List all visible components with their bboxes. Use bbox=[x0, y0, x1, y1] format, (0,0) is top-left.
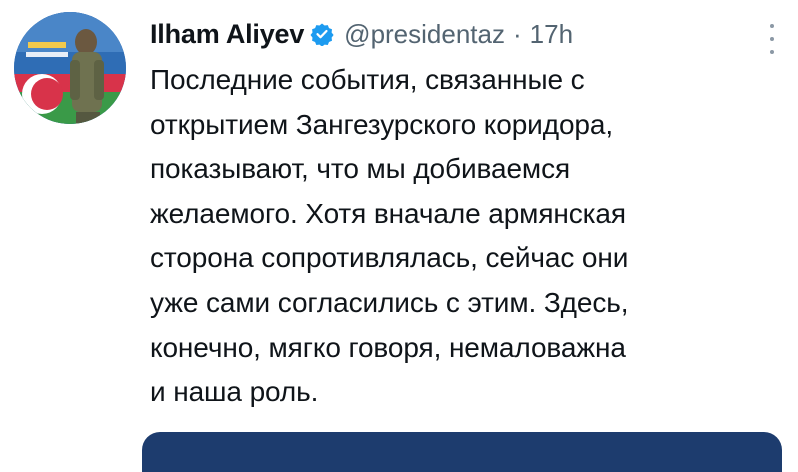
tweet-text-line: желаемого. Хотя вначале армянская bbox=[150, 197, 626, 229]
tweet-header: Ilham Aliyev @presidentaz · 17h bbox=[150, 14, 573, 54]
tweet-text: Последние события, связанные с открытием… bbox=[150, 58, 780, 415]
author-name[interactable]: Ilham Aliyev bbox=[150, 19, 304, 50]
separator-dot: · bbox=[512, 18, 522, 49]
author-handle[interactable]: @presidentaz bbox=[344, 19, 505, 50]
tweet-timestamp[interactable]: 17h bbox=[530, 19, 573, 50]
tweet-text-line: уже сами согласились с этим. Здесь, bbox=[150, 286, 629, 318]
tweet-text-line: и наша роль. bbox=[150, 376, 319, 408]
tweet-text-line: конечно, мягко говоря, немаловажна bbox=[150, 331, 626, 363]
tweet-text-line: показывают, что мы добиваемся bbox=[150, 153, 571, 185]
avatar-image bbox=[14, 12, 126, 124]
profile-avatar[interactable] bbox=[14, 12, 126, 124]
tweet-text-line: открытием Зангезурского коридора, bbox=[150, 108, 614, 140]
more-options-icon[interactable] bbox=[768, 24, 776, 54]
media-card[interactable] bbox=[142, 432, 782, 472]
tweet[interactable]: Ilham Aliyev @presidentaz · 17h Последни… bbox=[0, 0, 798, 472]
verified-badge-icon bbox=[310, 22, 334, 46]
tweet-text-line: Последние события, связанные с bbox=[150, 64, 585, 95]
tweet-text-line: сторона сопротивлялась, сейчас они bbox=[150, 242, 629, 274]
